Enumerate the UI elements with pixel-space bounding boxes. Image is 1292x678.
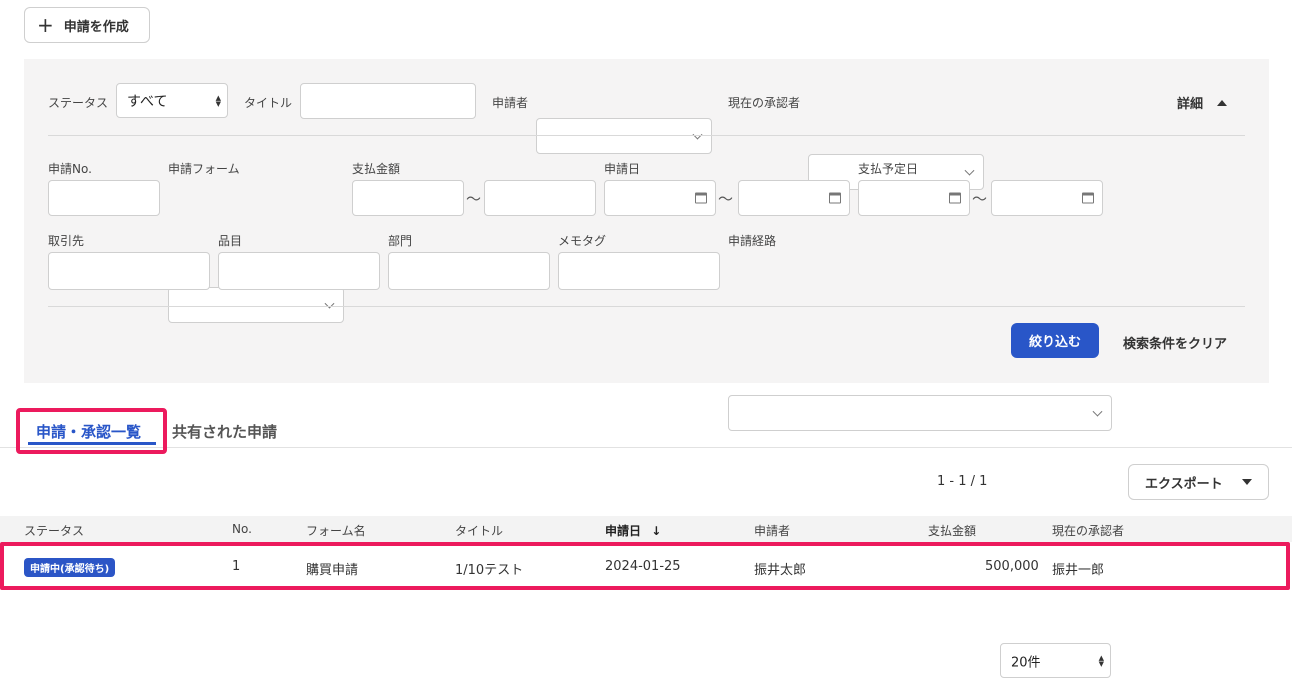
request-form-label: 申請フォーム xyxy=(168,162,240,176)
status-filter-select[interactable]: すべて ▲ ▼ xyxy=(116,83,228,118)
calendar-icon[interactable] xyxy=(949,192,961,204)
payment-due-date-label: 支払予定日 xyxy=(858,162,919,176)
cell-form: 購買申請 xyxy=(306,563,359,578)
column-header-no[interactable]: No. xyxy=(232,522,252,536)
department-input[interactable] xyxy=(388,252,550,290)
partner-label: 取引先 xyxy=(48,234,85,248)
route-select[interactable] xyxy=(728,395,1112,431)
request-form-select[interactable] xyxy=(168,287,344,323)
calendar-icon[interactable] xyxy=(695,192,707,204)
caret-down-icon xyxy=(1242,479,1252,485)
cell-amount: 500,000 xyxy=(985,559,1039,574)
cell-applicant: 振井太郎 xyxy=(754,563,807,578)
calendar-icon[interactable] xyxy=(1082,192,1094,204)
chevron-down-icon xyxy=(324,298,335,309)
plus-icon: + xyxy=(37,13,54,37)
cell-no: 1 xyxy=(232,559,241,574)
cell-approver: 振井一郎 xyxy=(1052,563,1105,578)
tab-shared-requests[interactable]: 共有された申請 xyxy=(172,421,277,442)
payment-amount-max-input[interactable] xyxy=(484,180,596,216)
export-button[interactable]: エクスポート xyxy=(1128,464,1269,500)
calendar-icon[interactable] xyxy=(829,192,841,204)
detail-toggle[interactable]: 詳細 xyxy=(1177,93,1228,112)
column-header-amount[interactable]: 支払金額 xyxy=(928,522,976,539)
column-header-status[interactable]: ステータス xyxy=(24,522,84,539)
tab-request-approval-list[interactable]: 申請・承認一覧 xyxy=(36,421,141,442)
payment-due-date-to-input[interactable] xyxy=(991,180,1103,216)
title-filter-label: タイトル xyxy=(244,96,293,110)
range-separator: ～ xyxy=(466,190,482,208)
status-filter-value: すべて xyxy=(127,93,168,110)
filter-divider xyxy=(48,306,1245,307)
request-date-from-input[interactable] xyxy=(604,180,716,216)
cell-date: 2024-01-25 xyxy=(605,559,681,574)
page-size-select[interactable]: 20件 ▲ ▼ xyxy=(1000,643,1111,678)
column-header-date[interactable]: 申請日 ↓ xyxy=(605,522,661,539)
chevron-down-icon xyxy=(1092,406,1103,417)
status-filter-label: ステータス xyxy=(48,96,109,110)
applicant-filter-select[interactable] xyxy=(536,118,712,154)
column-header-applicant[interactable]: 申請者 xyxy=(754,522,790,539)
applicant-filter-label: 申請者 xyxy=(492,96,529,110)
column-header-form[interactable]: フォーム名 xyxy=(306,522,366,539)
current-approver-filter-label: 現在の承認者 xyxy=(728,96,801,110)
cell-title[interactable]: 1/10テスト xyxy=(455,559,523,578)
request-date-label: 申請日 xyxy=(604,162,641,176)
filter-divider xyxy=(48,135,1245,136)
apply-filter-button[interactable]: 絞り込む xyxy=(1011,323,1099,358)
chevron-down-icon xyxy=(964,165,975,176)
detail-toggle-label: 詳細 xyxy=(1177,97,1204,112)
pagination-info: 1 - 1 / 1 xyxy=(937,474,988,489)
item-input[interactable] xyxy=(218,252,380,290)
clear-filter-button[interactable]: 検索条件をクリア xyxy=(1123,333,1227,352)
export-label: エクスポート xyxy=(1145,476,1223,492)
active-tab-indicator xyxy=(28,442,156,445)
create-request-button[interactable]: + 申請を作成 xyxy=(24,7,150,43)
table-header: ステータス No. フォーム名 タイトル 申請日 ↓ 申請者 支払金額 現在の承… xyxy=(0,516,1292,542)
status-badge: 申請中(承認待ち) xyxy=(24,558,116,577)
title-filter-input[interactable] xyxy=(300,83,476,119)
updown-icon: ▲ ▼ xyxy=(215,93,221,108)
payment-amount-label: 支払金額 xyxy=(352,162,401,176)
partner-input[interactable] xyxy=(48,252,210,290)
route-label: 申請経路 xyxy=(728,234,777,248)
memo-tag-input[interactable] xyxy=(558,252,720,290)
tabs-divider xyxy=(0,447,1292,448)
item-label: 品目 xyxy=(218,234,243,248)
request-no-label: 申請No. xyxy=(48,162,92,176)
range-separator: ～ xyxy=(718,190,734,208)
range-separator: ～ xyxy=(972,190,988,208)
column-header-date-label: 申請日 xyxy=(605,524,642,538)
request-date-to-input[interactable] xyxy=(738,180,850,216)
caret-up-icon xyxy=(1217,99,1228,106)
department-label: 部門 xyxy=(388,234,413,248)
request-no-input[interactable] xyxy=(48,180,160,216)
create-request-label: 申請を作成 xyxy=(63,19,129,35)
page-size-value: 20件 xyxy=(1011,655,1041,670)
column-header-approver[interactable]: 現在の承認者 xyxy=(1052,522,1124,539)
memo-tag-label: メモタグ xyxy=(558,234,607,248)
updown-icon: ▲ ▼ xyxy=(1098,653,1104,668)
payment-due-date-from-input[interactable] xyxy=(858,180,970,216)
payment-amount-min-input[interactable] xyxy=(352,180,464,216)
column-header-title[interactable]: タイトル xyxy=(455,522,503,539)
arrow-down-icon: ↓ xyxy=(651,524,662,538)
